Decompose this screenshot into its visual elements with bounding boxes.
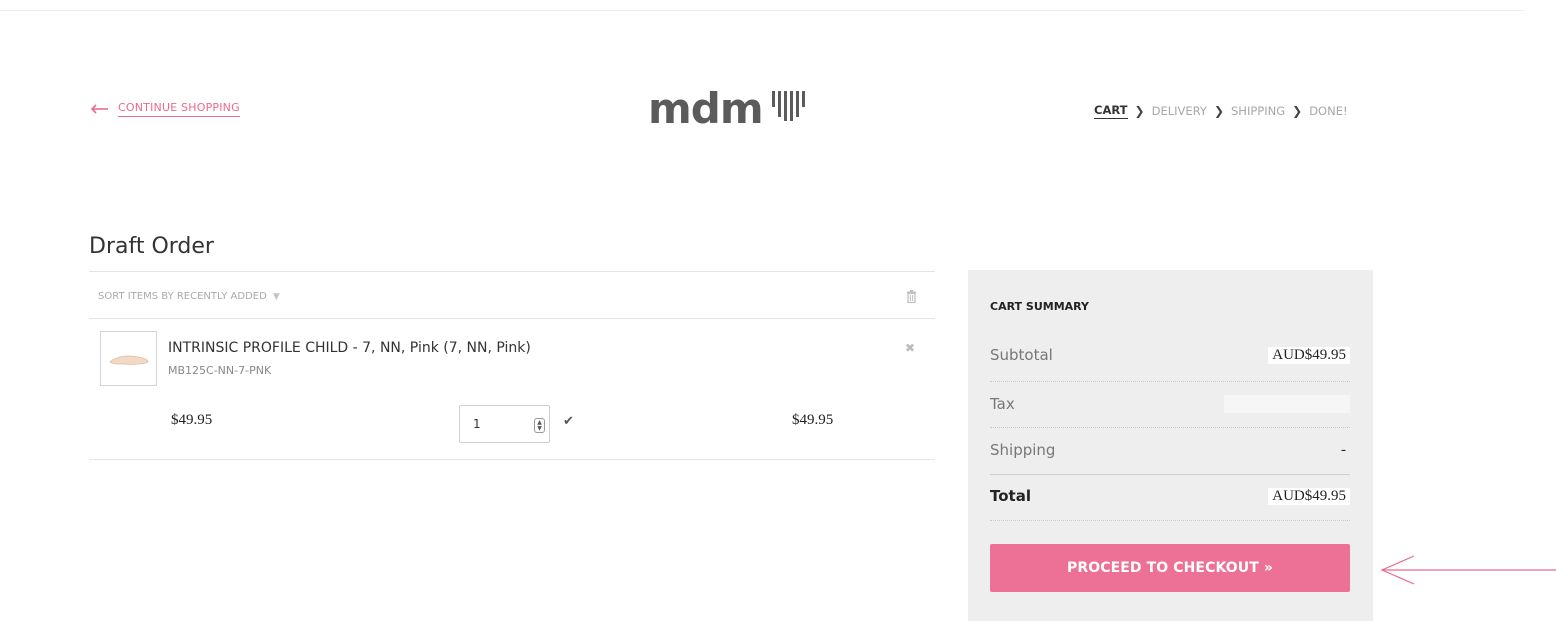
line-total: $49.95 xyxy=(792,412,834,428)
continue-shopping-link[interactable]: CONTINUE SHOPPING xyxy=(90,101,240,117)
chevron-right-icon: ❯ xyxy=(1213,104,1224,118)
spinner-icon[interactable]: ▲ ▼ xyxy=(534,418,545,433)
sort-dropdown[interactable]: SORT ITEMS BY RECENTLY ADDED ▼ xyxy=(98,291,280,302)
insole-image xyxy=(108,355,148,365)
subtotal-label: Subtotal xyxy=(990,346,1053,364)
divider xyxy=(89,318,935,319)
tax-value xyxy=(1224,395,1350,413)
tax-label: Tax xyxy=(990,395,1015,413)
divider xyxy=(89,459,935,460)
continue-shopping-label: CONTINUE SHOPPING xyxy=(118,101,240,117)
shipping-value: - xyxy=(1341,441,1346,458)
cart-summary-title: CART SUMMARY xyxy=(990,300,1089,313)
check-icon[interactable]: ✔ xyxy=(563,414,574,429)
shipping-row: Shipping - xyxy=(990,441,1350,459)
subtotal-row: Subtotal AUD$49.95 xyxy=(990,346,1350,364)
cart-summary-panel: CART SUMMARY Subtotal AUD$49.95 Tax Ship… xyxy=(968,270,1373,621)
logo-mark-icon xyxy=(771,91,805,121)
step-delivery[interactable]: DELIVERY xyxy=(1152,104,1207,118)
quantity-input[interactable] xyxy=(473,417,523,431)
tax-row: Tax xyxy=(990,395,1350,413)
step-cart[interactable]: CART xyxy=(1094,103,1128,119)
item-price: $49.95 xyxy=(171,412,213,428)
arrow-left-icon xyxy=(90,104,108,114)
step-shipping[interactable]: SHIPPING xyxy=(1231,104,1285,118)
total-row: Total AUD$49.95 xyxy=(990,487,1350,505)
item-sku: MB125C-NN-7-PNK xyxy=(168,364,272,377)
caret-down-icon: ▼ xyxy=(272,291,280,302)
divider xyxy=(89,271,935,272)
annotation-arrow-icon xyxy=(1380,555,1556,585)
remove-item-icon[interactable]: ✖ xyxy=(905,341,915,355)
sort-label: SORT ITEMS BY RECENTLY ADDED xyxy=(98,291,267,302)
top-divider xyxy=(0,10,1524,11)
item-name[interactable]: INTRINSIC PROFILE CHILD - 7, NN, Pink (7… xyxy=(168,340,531,356)
divider xyxy=(990,427,1350,428)
quantity-stepper[interactable]: ▲▼ xyxy=(459,405,550,443)
chevron-right-icon: ❯ xyxy=(1134,104,1145,118)
divider xyxy=(990,381,1350,382)
brand-logo[interactable]: mdm xyxy=(648,88,805,130)
proceed-to-checkout-button[interactable]: PROCEED TO CHECKOUT » xyxy=(990,544,1350,592)
subtotal-value: AUD$49.95 xyxy=(1268,346,1350,364)
page-title: Draft Order xyxy=(89,234,214,259)
trash-icon[interactable] xyxy=(906,290,917,303)
total-label: Total xyxy=(990,487,1031,505)
shipping-label: Shipping xyxy=(990,441,1056,459)
divider xyxy=(990,520,1350,521)
total-value: AUD$49.95 xyxy=(1268,487,1350,505)
chevron-right-icon: ❯ xyxy=(1292,104,1303,118)
divider xyxy=(990,474,1350,475)
product-thumbnail[interactable] xyxy=(100,331,157,386)
logo-wordmark: mdm xyxy=(648,84,764,133)
checkout-steps: CART ❯ DELIVERY ❯ SHIPPING ❯ DONE! xyxy=(1094,103,1348,119)
step-done[interactable]: DONE! xyxy=(1309,104,1347,118)
